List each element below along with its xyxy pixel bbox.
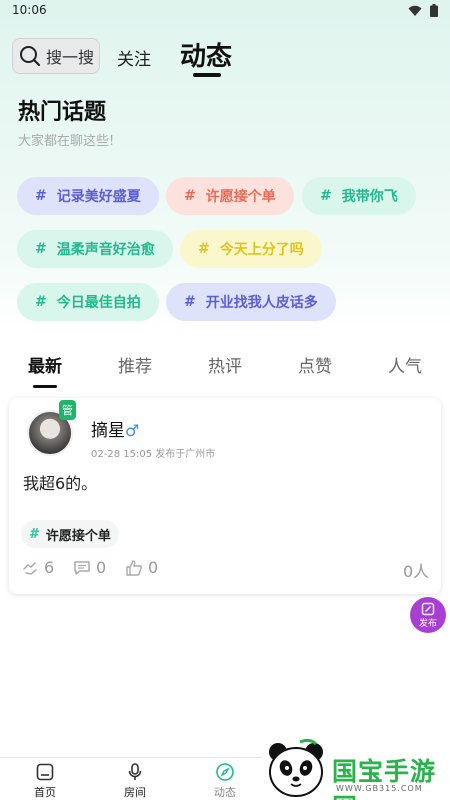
nav-item-dynamic[interactable]: 动态 [195,762,255,800]
feed-tab-recommend[interactable]: 推荐 [118,352,152,377]
hot-topics-title: 热门话题 [18,100,107,125]
search-icon [20,46,41,67]
post-topic-label: 许愿接个单 [45,528,111,544]
hash-icon: # [198,241,210,257]
status-time: 10:06 [12,3,47,17]
post-meta: 02-28 15:05 发布于广州市 [91,449,216,460]
post-topic-tag[interactable]: # 许愿接个单 [21,520,119,548]
hash-icon: # [184,188,196,204]
topic-chip[interactable]: # 我带你飞 [302,177,416,215]
post-content: 我超6的。 [23,474,98,493]
watermark: 国宝手游网 WWW.GB315.COM [262,738,450,800]
hash-icon: # [35,188,47,204]
topic-chip-label: 今日最佳自拍 [56,295,141,311]
male-icon: ♂ [125,421,140,440]
tab-dynamic[interactable]: 动态 [180,36,232,73]
comment-icon [74,560,90,575]
post-card[interactable]: 管 摘星♂ 02-28 15:05 发布于广州市 我超6的。 # 许愿接个单 6… [9,398,441,594]
thumbs-up-icon [126,559,142,576]
view-count: 0人 [403,562,430,581]
tab-dynamic-indicator [193,73,221,77]
feed-tab-popular[interactable]: 人气 [388,352,422,377]
topic-chip-label: 我带你飞 [341,189,398,205]
battery-icon [430,4,438,17]
wifi-icon [408,5,422,16]
gift-stat[interactable]: 6 [21,558,54,577]
search-box[interactable]: 搜一搜 [12,38,100,74]
nav-label-dynamic: 动态 [214,786,236,799]
hash-icon: # [184,294,196,310]
tab-follow[interactable]: 关注 [117,45,151,70]
watermark-url: WWW.GB315.COM [336,784,423,793]
feed-tab-latest[interactable]: 最新 [28,352,62,377]
feed-tab-hot-comments[interactable]: 热评 [208,352,242,377]
edit-icon [421,602,435,615]
hash-icon: # [35,294,47,310]
topic-chip[interactable]: # 记录美好盛夏 [17,177,159,215]
feed-tab-indicator [33,385,57,388]
feed-tab-likes[interactable]: 点赞 [298,352,332,377]
hot-topics-subtitle: 大家都在聊这些! [18,134,115,149]
comment-stat[interactable]: 0 [73,558,106,577]
nav-label-home: 首页 [34,786,56,799]
topic-chip[interactable]: # 今天上分了吗 [180,230,322,268]
topic-chip[interactable]: # 开业找我人皮话多 [166,283,336,321]
topic-chip[interactable]: # 今日最佳自拍 [17,283,159,321]
topic-chip-label: 开业找我人皮话多 [205,295,318,311]
admin-badge: 管 [59,400,76,420]
home-icon [36,763,54,781]
view-stat: 0人 [403,558,429,582]
like-stat[interactable]: 0 [125,558,158,577]
hash-icon: # [29,526,40,542]
microphone-icon [128,763,142,780]
search-placeholder: 搜一搜 [46,48,95,67]
hash-icon: # [320,188,332,204]
comment-count: 0 [96,558,107,577]
topic-chip-label: 许愿接个单 [205,189,276,205]
topic-chip-label: 温柔声音好治愈 [56,242,155,258]
nav-label-room: 房间 [124,786,146,799]
topic-chip[interactable]: # 温柔声音好治愈 [17,230,173,268]
publish-button[interactable]: 发布 [410,597,446,633]
hash-icon: # [35,241,47,257]
publish-label: 发布 [418,618,437,629]
feed-tabs: 最新 推荐 热评 点赞 人气 [0,352,450,392]
like-count: 0 [148,558,159,577]
post-username[interactable]: 摘星♂ [91,416,139,441]
status-bar: 10:06 [0,0,450,20]
nav-item-room[interactable]: 房间 [105,762,165,800]
topic-chip-label: 记录美好盛夏 [56,189,141,205]
topic-chip-label: 今天上分了吗 [219,242,304,258]
username-text: 摘星 [91,421,125,441]
panda-logo-icon [269,738,323,797]
status-icons [408,4,438,17]
gift-hand-icon [23,561,37,575]
nav-item-home[interactable]: 首页 [15,762,75,800]
compass-icon [216,763,234,781]
gift-count: 6 [44,558,55,577]
topic-chip[interactable]: # 许愿接个单 [166,177,294,215]
